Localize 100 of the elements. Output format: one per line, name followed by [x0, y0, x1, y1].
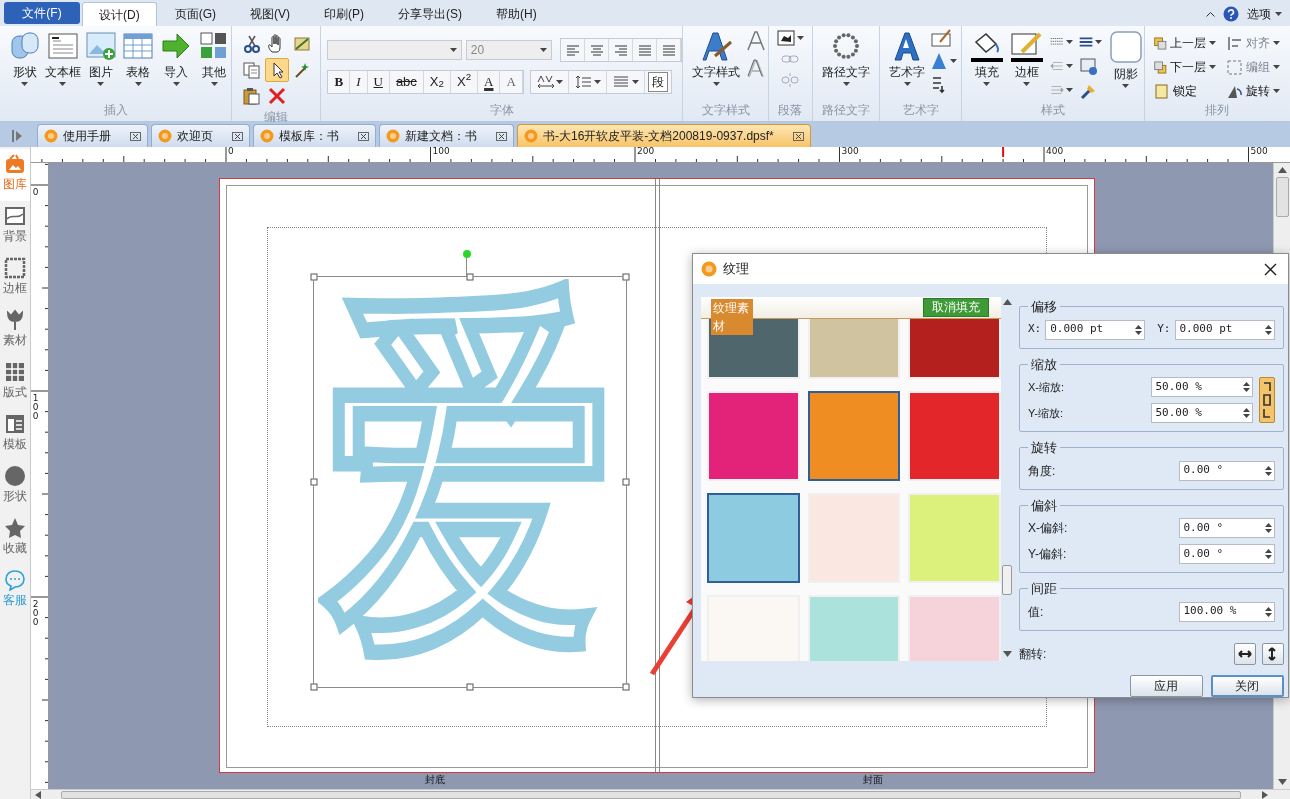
- scissors-icon: [241, 33, 263, 55]
- flip-button[interactable]: [1233, 642, 1256, 665]
- format-button[interactable]: I: [350, 71, 368, 93]
- paragraph-button[interactable]: 段: [647, 72, 668, 92]
- dialog-button[interactable]: 应用: [1129, 674, 1203, 697]
- resize-handle[interactable]: [622, 683, 630, 691]
- format-button[interactable]: A: [500, 71, 523, 93]
- texture-tile[interactable]: [707, 493, 800, 583]
- number-field[interactable]: 0.00 °: [1178, 544, 1275, 564]
- flip-button[interactable]: [1261, 642, 1284, 665]
- texture-tile[interactable]: [807, 391, 901, 481]
- menu-tab[interactable]: 印刷(P): [308, 2, 380, 26]
- format-button[interactable]: X$^{2}$: [450, 71, 479, 93]
- menu-tab[interactable]: 视图(V): [234, 2, 306, 26]
- arrange-button[interactable]: 锁定: [1152, 82, 1217, 100]
- resize-handle[interactable]: [310, 683, 318, 691]
- app-logo-icon: [44, 129, 58, 143]
- caret-icon: [172, 82, 180, 86]
- link-toggle-button[interactable]: [1258, 377, 1275, 423]
- paint-bucket-icon: [969, 30, 1004, 62]
- format-button[interactable]: abc: [389, 71, 424, 93]
- resize-handle[interactable]: [622, 478, 630, 486]
- resize-handle[interactable]: [466, 683, 474, 691]
- document-tab[interactable]: 新建文档：书: [379, 124, 514, 147]
- list-icon: [611, 74, 630, 90]
- close-icon: [1263, 262, 1277, 276]
- scroll-thumb[interactable]: [1275, 177, 1289, 217]
- menu-tab[interactable]: 设计(D): [82, 2, 157, 26]
- font-name-field[interactable]: [327, 40, 462, 60]
- menu-tab[interactable]: 页面(G): [158, 2, 232, 26]
- menu-tab[interactable]: 分享导出(S): [382, 2, 478, 26]
- art-text-color-button[interactable]: [930, 52, 958, 70]
- resize-handle[interactable]: [310, 478, 318, 486]
- pointer-button[interactable]: [265, 58, 290, 82]
- format-button[interactable]: B: [328, 71, 351, 93]
- sidebar-item[interactable]: 收藏: [0, 513, 30, 565]
- document-tab[interactable]: 书-大16开软皮平装-文档200819-0937.dpsf*: [517, 124, 811, 147]
- number-field[interactable]: 100.00 %: [1178, 601, 1275, 622]
- format-button[interactable]: A: [478, 71, 501, 93]
- file-menu-button[interactable]: 文件(F): [4, 2, 80, 24]
- resize-handle[interactable]: [622, 273, 630, 281]
- options-menu-button[interactable]: 选项: [1247, 5, 1282, 23]
- spinner-arrows-icon: [1264, 605, 1272, 618]
- document-tab[interactable]: 欢迎页: [151, 124, 250, 147]
- arrange-button[interactable]: 旋转: [1226, 82, 1290, 100]
- scroll-thumb[interactable]: [61, 790, 1241, 799]
- caret-icon: [135, 82, 142, 86]
- group-title: 间距: [1030, 580, 1058, 598]
- caret-icon: [1095, 40, 1102, 44]
- panel-toggle-icon: [12, 130, 22, 142]
- horizontal-scrollbar[interactable]: [31, 789, 1290, 799]
- style-button[interactable]: 边框: [1009, 26, 1044, 86]
- art-text-button[interactable]: 艺术字: [886, 26, 929, 86]
- insert-button[interactable]: 图片: [83, 26, 118, 86]
- menu-tab[interactable]: 帮助(H): [480, 2, 553, 26]
- document-tab[interactable]: 模板库：书: [253, 124, 376, 147]
- rotate-handle[interactable]: [463, 250, 471, 258]
- sidebar-item[interactable]: 图库: [0, 149, 30, 201]
- caret-icon: [631, 80, 639, 84]
- number-field[interactable]: 50.00 %: [1150, 377, 1253, 397]
- arrange-button[interactable]: 上一层: [1152, 34, 1217, 52]
- style-button[interactable]: 填充: [969, 26, 1004, 86]
- sidebar-item[interactable]: 素材: [0, 305, 30, 357]
- resize-handle[interactable]: [310, 273, 318, 281]
- triangle-icon: [930, 52, 949, 70]
- format-button[interactable]: X$_{2}$: [423, 71, 451, 93]
- sidebar-item[interactable]: 背景: [0, 201, 30, 253]
- justify-icon: [636, 42, 654, 58]
- number-field[interactable]: 0.00 °: [1178, 518, 1275, 538]
- insert-button[interactable]: 其他: [197, 26, 231, 86]
- number-field[interactable]: 0.000 pt: [1045, 319, 1146, 340]
- clear-fill-button[interactable]: 取消填充: [923, 298, 989, 317]
- insert-button[interactable]: 形状: [8, 26, 42, 86]
- text-wrap-button[interactable]: [776, 30, 804, 46]
- help-icon: [1223, 6, 1239, 22]
- distribute-icon: [660, 42, 678, 58]
- number-field[interactable]: 0.00 °: [1178, 460, 1275, 481]
- sidebar-item[interactable]: 形状: [0, 461, 30, 513]
- document-tab[interactable]: 使用手册: [37, 124, 148, 147]
- text-style-button[interactable]: 文字样式: [691, 26, 742, 86]
- pen-card-icon: [930, 28, 953, 48]
- arrange-button[interactable]: 下一层: [1152, 58, 1217, 76]
- caret-icon: [21, 82, 29, 86]
- style-button[interactable]: 阴影: [1108, 26, 1144, 88]
- format-button[interactable]: U: [367, 71, 390, 93]
- align-center-icon: [588, 42, 606, 58]
- path-text-button[interactable]: 路径文字: [816, 26, 877, 86]
- copy-icon: [241, 59, 263, 81]
- scroll-thumb[interactable]: [1002, 565, 1012, 595]
- number-field[interactable]: 50.00 %: [1150, 403, 1253, 423]
- field-label: Y-缩放:: [1028, 405, 1064, 421]
- sidebar-item[interactable]: 版式: [0, 357, 30, 409]
- insert-button[interactable]: 导入: [159, 26, 194, 86]
- insert-button[interactable]: 文本框: [45, 26, 80, 86]
- shadow-card-icon: [1078, 57, 1099, 75]
- sidebar-item[interactable]: 边框: [0, 253, 30, 305]
- number-field[interactable]: 0.000 pt: [1174, 319, 1275, 340]
- sidebar-item[interactable]: 模板: [0, 409, 30, 461]
- dialog-button[interactable]: 关闭: [1210, 674, 1284, 697]
- insert-button[interactable]: 表格: [121, 26, 156, 86]
